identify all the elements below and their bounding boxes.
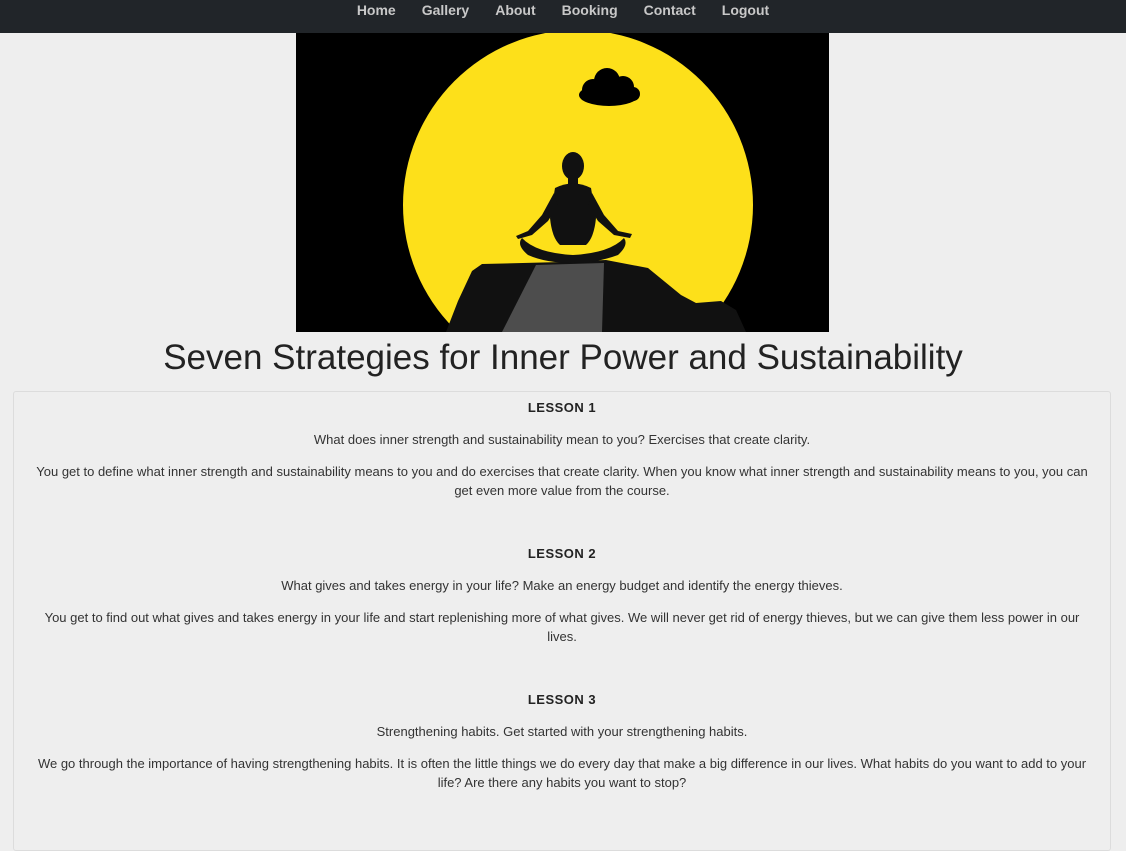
lesson-3: LESSON 3 Strengthening habits. Get start… — [14, 684, 1110, 792]
lesson-title: LESSON 1 — [527, 400, 597, 415]
lesson-2: LESSON 2 What gives and takes energy in … — [14, 538, 1110, 646]
lesson-description: You get to find out what gives and takes… — [44, 610, 1080, 644]
lesson-title: LESSON 2 — [527, 546, 597, 561]
nav-gallery-link[interactable]: Gallery — [422, 0, 469, 18]
lesson-title: LESSON 3 — [527, 692, 597, 707]
lesson-summary: What gives and takes energy in your life… — [281, 578, 843, 593]
nav-about-link[interactable]: About — [495, 0, 535, 18]
meditation-illustration — [296, 33, 829, 332]
lesson-1: LESSON 1 What does inner strength and su… — [14, 392, 1110, 500]
hero-image — [296, 33, 829, 332]
lessons-card: LESSON 1 What does inner strength and su… — [13, 391, 1111, 851]
top-navbar: Home Gallery About Booking Contact Logou… — [0, 0, 1126, 33]
lesson-description: We go through the importance of having s… — [37, 756, 1087, 790]
nav-home-link[interactable]: Home — [357, 0, 396, 18]
nav-contact-link[interactable]: Contact — [644, 0, 696, 18]
nav-booking-link[interactable]: Booking — [562, 0, 618, 18]
lesson-summary: What does inner strength and sustainabil… — [313, 432, 811, 447]
lesson-summary: Strengthening habits. Get started with y… — [376, 724, 748, 739]
page-title: Seven Strategies for Inner Power and Sus… — [163, 338, 963, 377]
lesson-description: You get to define what inner strength an… — [36, 464, 1088, 498]
nav-logout-link[interactable]: Logout — [722, 0, 769, 18]
